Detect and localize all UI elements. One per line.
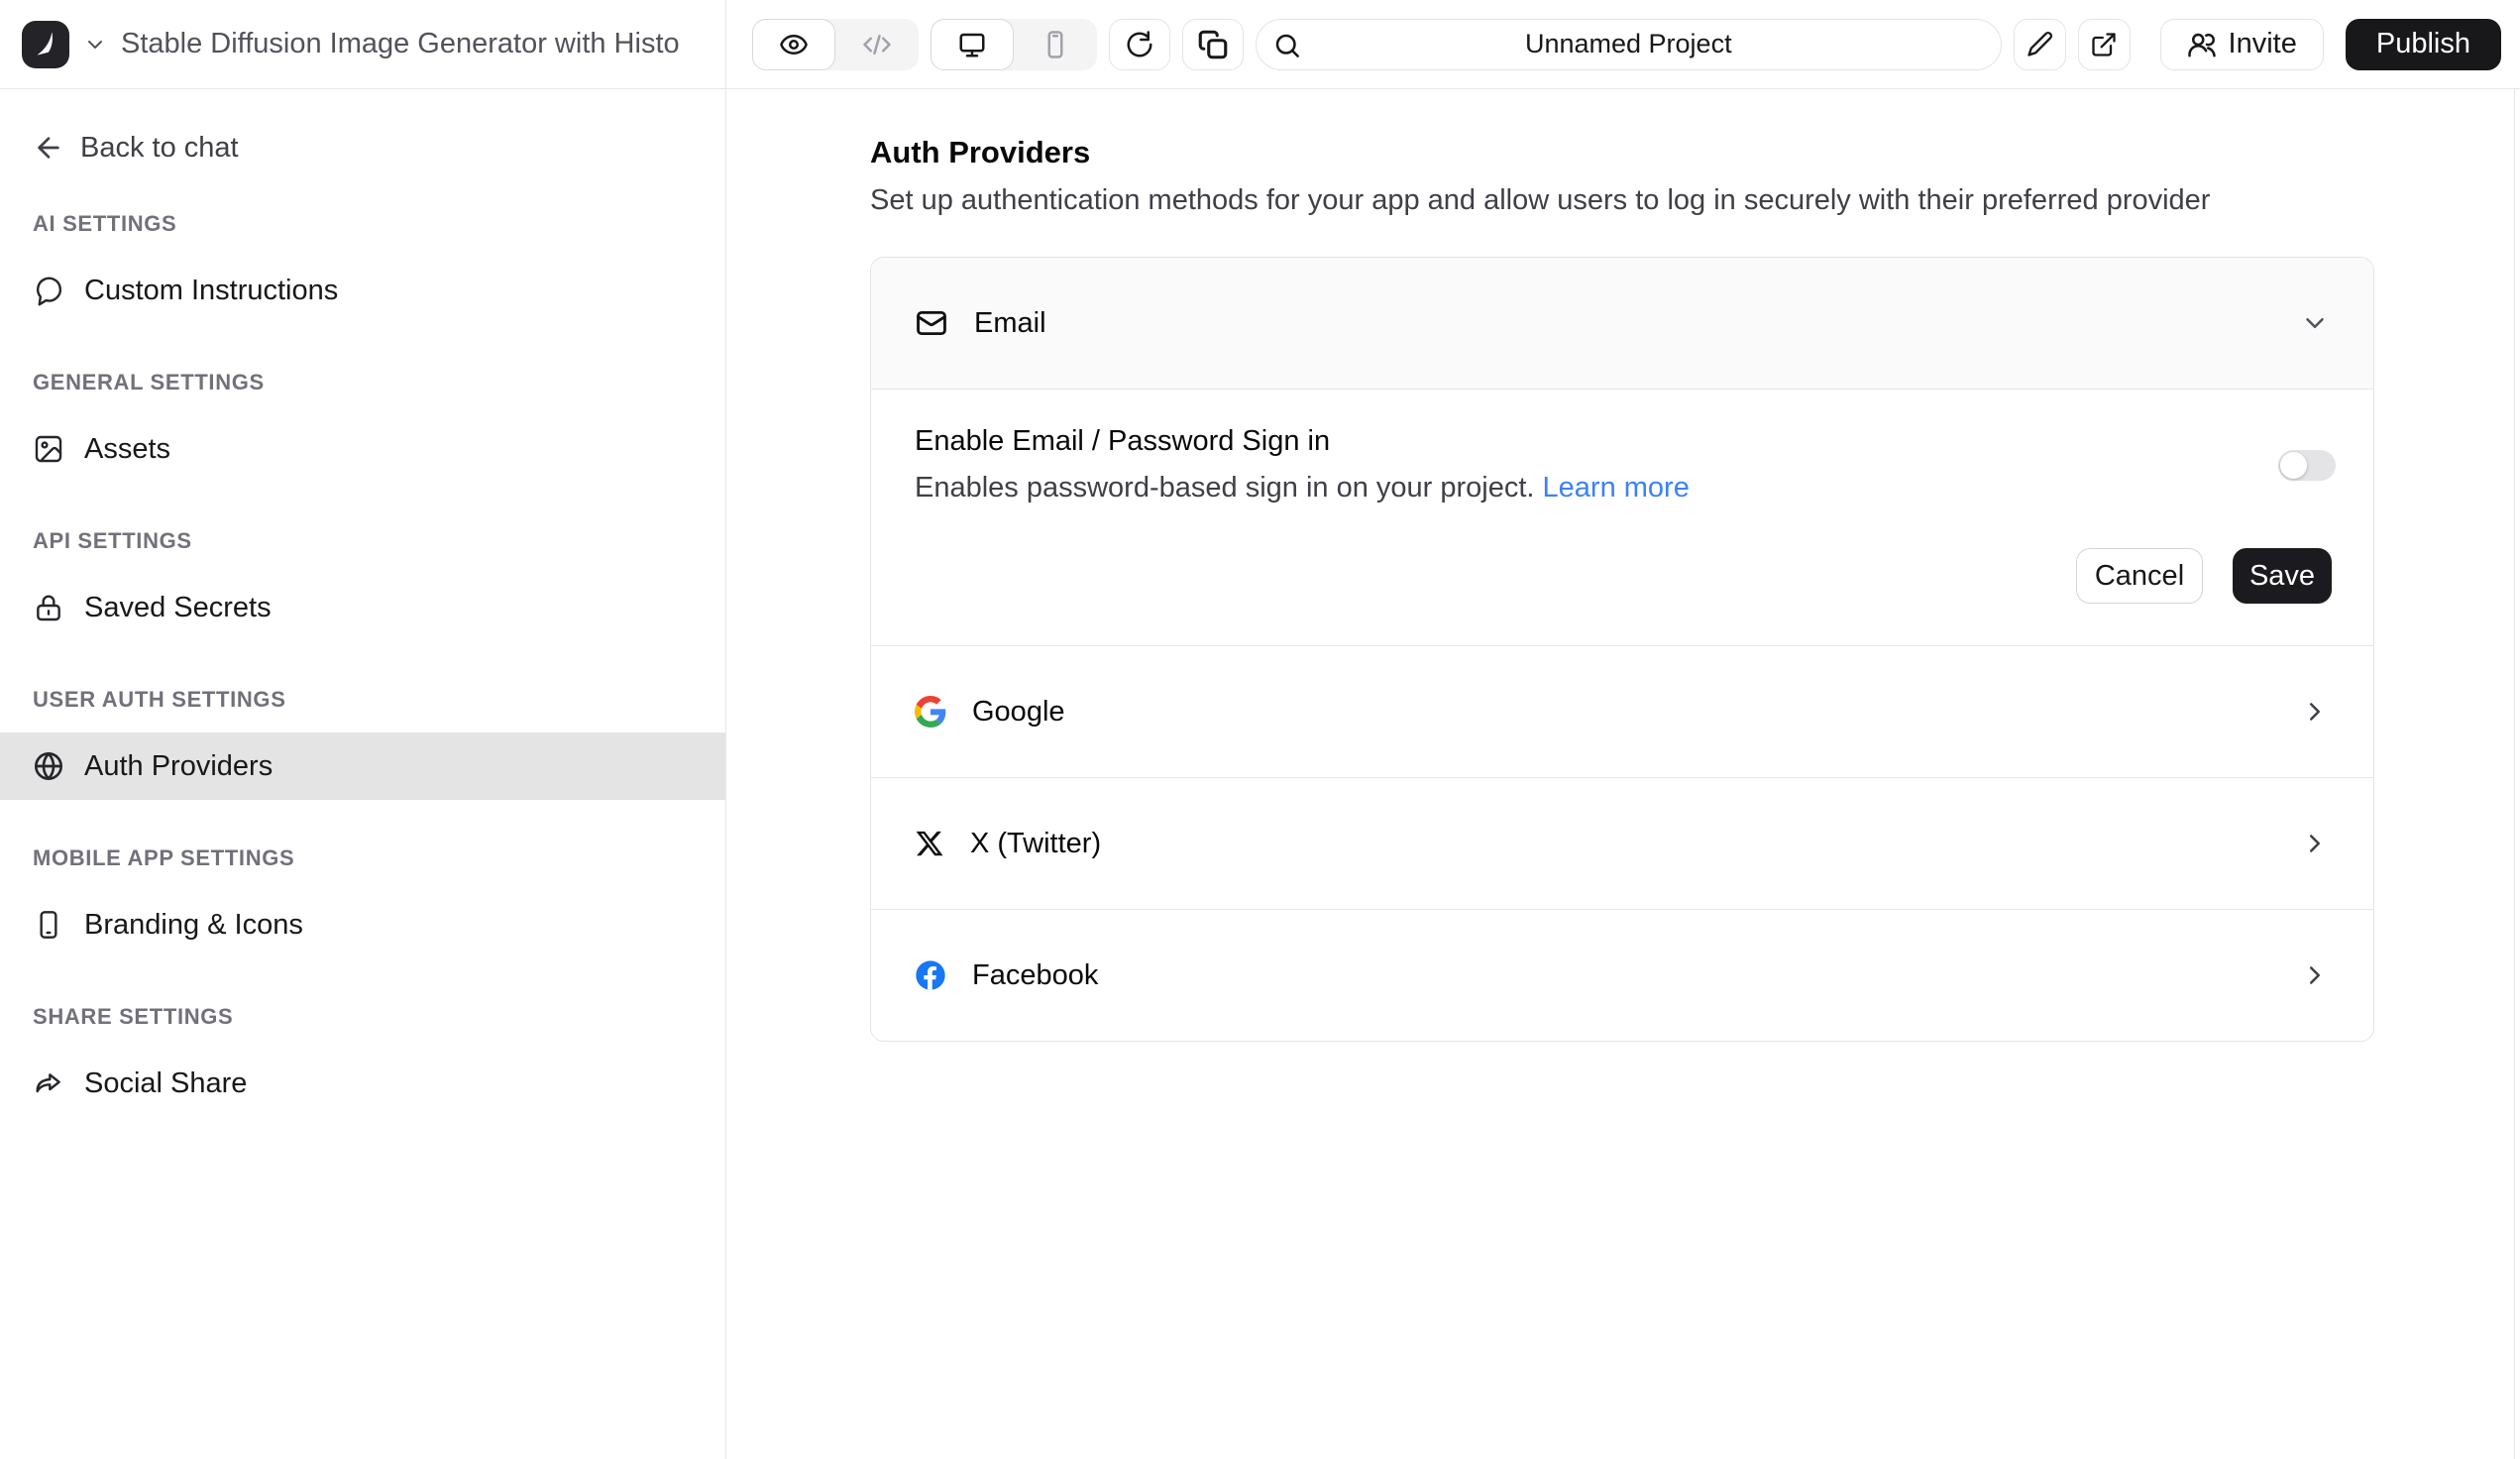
app-title: Stable Diffusion Image Generator with Hi… [121, 28, 680, 60]
email-provider-label: Email [974, 307, 1046, 340]
chevron-right-icon [2300, 960, 2330, 990]
app-logo[interactable] [22, 21, 69, 68]
x-twitter-provider-label: X (Twitter) [970, 828, 1101, 860]
section-label: MOBILE APP SETTINGS [33, 845, 725, 871]
back-to-chat-link[interactable]: Back to chat [33, 130, 239, 166]
auth-providers-panel: Auth Providers Set up authentication met… [727, 89, 2520, 1459]
sidebar-item-assets[interactable]: Assets [0, 415, 725, 483]
code-view-button[interactable] [835, 19, 919, 70]
globe-icon [33, 750, 64, 782]
page-title: Auth Providers [870, 135, 2520, 170]
project-menu-chevron-down-icon[interactable] [83, 33, 107, 56]
copy-icon [1196, 28, 1230, 61]
save-button[interactable]: Save [2233, 548, 2332, 604]
section-general-settings: GENERAL SETTINGS Assets [0, 370, 725, 483]
page-subtitle: Set up authentication methods for your a… [870, 184, 2520, 217]
sidebar-item-label: Branding & Icons [84, 909, 303, 942]
monitor-icon [957, 30, 987, 59]
app-window: Stable Diffusion Image Generator with Hi… [0, 0, 2520, 1459]
device-toggle [931, 19, 1097, 70]
section-user-auth-settings: USER AUTH SETTINGS Auth Providers [0, 687, 725, 800]
section-label: API SETTINGS [33, 528, 725, 554]
section-api-settings: API SETTINGS Saved Secrets [0, 528, 725, 641]
publish-button[interactable]: Publish [2346, 19, 2501, 70]
facebook-provider-label: Facebook [972, 959, 1098, 992]
google-provider-row[interactable]: Google [871, 646, 2373, 777]
section-ai-settings: AI SETTINGS Custom Instructions [0, 211, 725, 324]
project-search-field[interactable]: Unnamed Project [1256, 19, 2002, 70]
sidebar-item-label: Social Share [84, 1067, 247, 1100]
sidebar-item-branding-icons[interactable]: Branding & Icons [0, 891, 725, 958]
toggle-knob [2280, 452, 2307, 479]
section-label: SHARE SETTINGS [33, 1004, 725, 1030]
desktop-view-button[interactable] [931, 19, 1014, 70]
top-header: Stable Diffusion Image Generator with Hi… [0, 0, 2520, 89]
view-mode-toggle [752, 19, 919, 70]
enable-email-title: Enable Email / Password Sign in [915, 425, 2239, 458]
envelope-icon [915, 306, 948, 340]
refresh-button[interactable] [1109, 19, 1170, 70]
section-share-settings: SHARE SETTINGS Social Share [0, 1004, 725, 1117]
chevron-down-icon [2300, 308, 2330, 338]
x-twitter-provider-row[interactable]: X (Twitter) [871, 778, 2373, 909]
pencil-icon [2026, 31, 2053, 58]
invite-label: Invite [2229, 28, 2297, 60]
back-to-chat-label: Back to chat [80, 132, 239, 165]
x-twitter-icon [915, 829, 944, 858]
rename-button[interactable] [2014, 19, 2066, 70]
email-provider-row[interactable]: Email [871, 258, 2373, 389]
sidebar-item-social-share[interactable]: Social Share [0, 1050, 725, 1117]
section-label: AI SETTINGS [33, 211, 725, 237]
sidebar-item-label: Auth Providers [84, 750, 273, 783]
app-logo-icon [29, 28, 62, 61]
external-link-icon [2090, 31, 2118, 58]
sidebar-item-label: Assets [84, 433, 170, 466]
mobile-view-button[interactable] [1014, 19, 1097, 70]
email-settings-panel: Enable Email / Password Sign in Enables … [871, 390, 2373, 645]
arrow-left-icon [33, 132, 64, 164]
mobile-icon [33, 909, 64, 941]
header-toolbar: Unnamed Project Invite Publish [726, 0, 2520, 88]
header-left: Stable Diffusion Image Generator with Hi… [0, 0, 726, 88]
facebook-provider-row[interactable]: Facebook [871, 910, 2373, 1041]
google-icon [915, 696, 946, 728]
users-icon [2187, 30, 2217, 59]
cancel-button[interactable]: Cancel [2076, 548, 2203, 604]
settings-sidebar: Back to chat AI SETTINGS Custom Instruct… [0, 89, 726, 1459]
sidebar-item-custom-instructions[interactable]: Custom Instructions [0, 257, 725, 324]
image-icon [33, 433, 64, 465]
section-label: USER AUTH SETTINGS [33, 687, 725, 713]
chevron-right-icon [2300, 829, 2330, 858]
copy-button[interactable] [1182, 19, 1244, 70]
sidebar-item-saved-secrets[interactable]: Saved Secrets [0, 574, 725, 641]
smartphone-icon [1041, 30, 1070, 59]
chevron-right-icon [2300, 697, 2330, 727]
preview-eye-button[interactable] [752, 19, 835, 70]
sidebar-item-auth-providers[interactable]: Auth Providers [0, 732, 725, 800]
project-name: Unnamed Project [1525, 29, 1732, 59]
section-label: GENERAL SETTINGS [33, 370, 725, 395]
open-external-button[interactable] [2078, 19, 2131, 70]
code-icon [862, 30, 892, 59]
sidebar-item-label: Custom Instructions [84, 275, 338, 307]
publish-label: Publish [2376, 28, 2470, 60]
facebook-icon [915, 959, 946, 991]
email-password-toggle[interactable] [2278, 450, 2336, 481]
enable-email-description: Enables password-based sign in on your p… [915, 472, 2239, 505]
scrollbar-track[interactable] [2514, 89, 2515, 1459]
refresh-icon [1125, 30, 1154, 59]
share-icon [33, 1067, 64, 1099]
search-icon [1272, 31, 1302, 60]
lock-icon [33, 592, 64, 623]
invite-button[interactable]: Invite [2160, 19, 2324, 70]
sidebar-item-label: Saved Secrets [84, 592, 272, 624]
learn-more-link[interactable]: Learn more [1543, 472, 1690, 504]
eye-icon [779, 30, 809, 59]
auth-providers-card: Email Enable Email / Password Sign in En… [870, 257, 2374, 1042]
google-provider-label: Google [972, 696, 1065, 729]
section-mobile-app-settings: MOBILE APP SETTINGS Branding & Icons [0, 845, 725, 958]
chat-bubble-icon [33, 275, 64, 306]
